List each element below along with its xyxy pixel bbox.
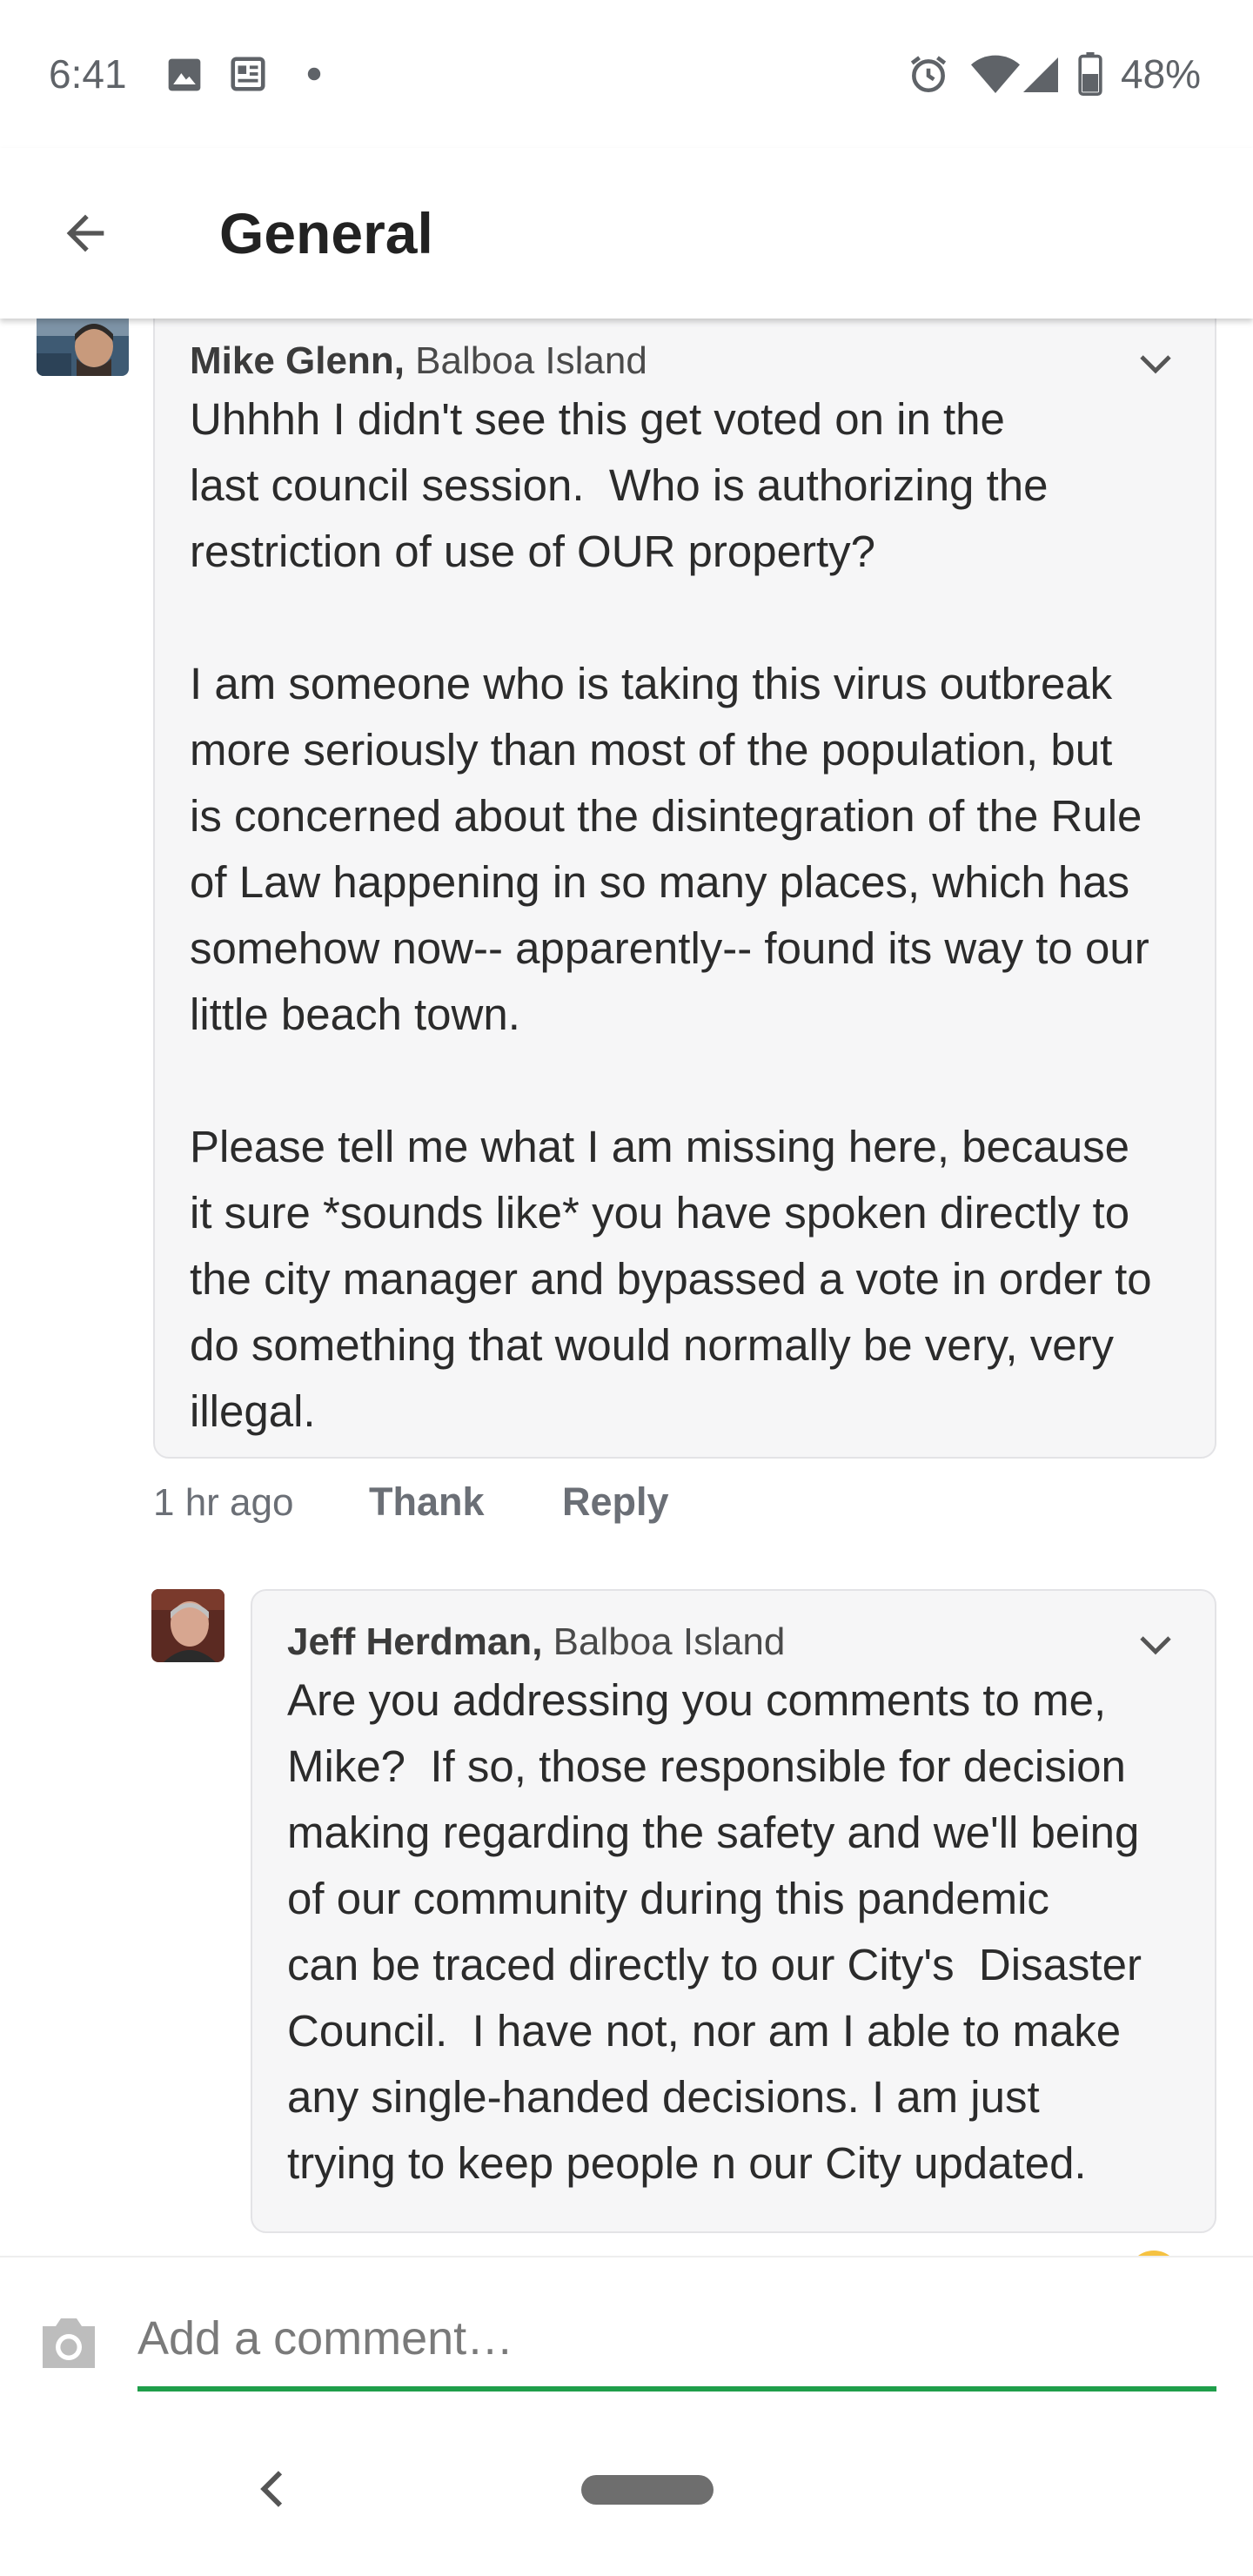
nav-back-icon[interactable] [245, 2461, 301, 2517]
author-location: Balboa Island [542, 1620, 786, 1663]
news-icon [231, 57, 265, 91]
author-name[interactable]: Mike Glenn, [190, 339, 405, 382]
status-time: 6:41 [49, 51, 127, 97]
avatar-photo-icon [37, 319, 129, 376]
comment-input[interactable] [137, 2299, 1216, 2378]
notification-dot-icon [307, 67, 321, 81]
reply-button[interactable]: Reply [562, 1479, 669, 1525]
status-bar: 6:41 48% [0, 0, 1253, 148]
arrow-back-icon [66, 214, 104, 252]
comment-body: Uhhhh I didn't see this get voted on in … [190, 394, 1152, 1436]
alarm-icon [910, 56, 947, 93]
avatar[interactable] [151, 1589, 224, 1662]
chevron-down-icon[interactable] [1135, 1624, 1176, 1666]
comment-timestamp: 1 hr ago [153, 1481, 294, 1524]
wifi-icon [971, 55, 1020, 93]
author-name[interactable]: Jeff Herdman, [287, 1620, 542, 1663]
page-title: General [219, 201, 433, 265]
cell-signal-icon [1023, 57, 1058, 92]
image-icon [168, 58, 201, 91]
home-pill-button[interactable] [581, 2475, 714, 2505]
battery-icon [1078, 52, 1102, 96]
input-underline [137, 2386, 1216, 2392]
system-nav-bar [0, 2421, 1253, 2576]
thank-button[interactable]: Thank [369, 1479, 485, 1525]
avatar-photo-icon [151, 1589, 224, 1662]
comment-bubble: Mike Glenn, Balboa Island Uhhhh I didn't… [153, 319, 1216, 1459]
avatar[interactable] [37, 319, 129, 376]
comment-author[interactable]: Jeff Herdman, Balboa Island [287, 1620, 785, 1664]
back-button[interactable] [44, 191, 127, 275]
comment-body: Are you addressing you comments to me, M… [287, 1675, 1142, 2188]
chevron-down-icon[interactable] [1135, 343, 1176, 385]
app-bar: General [0, 148, 1253, 319]
battery-percent: 48% [1121, 51, 1202, 97]
comment-author[interactable]: Mike Glenn, Balboa Island [190, 339, 647, 383]
camera-icon[interactable] [37, 2313, 101, 2371]
comment-thread[interactable]: Mike Glenn, Balboa Island Uhhhh I didn't… [0, 319, 1253, 2256]
author-location: Balboa Island [404, 339, 647, 382]
comment-bubble: Jeff Herdman, Balboa Island Are you addr… [251, 1589, 1216, 2233]
comment-composer [0, 2256, 1253, 2423]
